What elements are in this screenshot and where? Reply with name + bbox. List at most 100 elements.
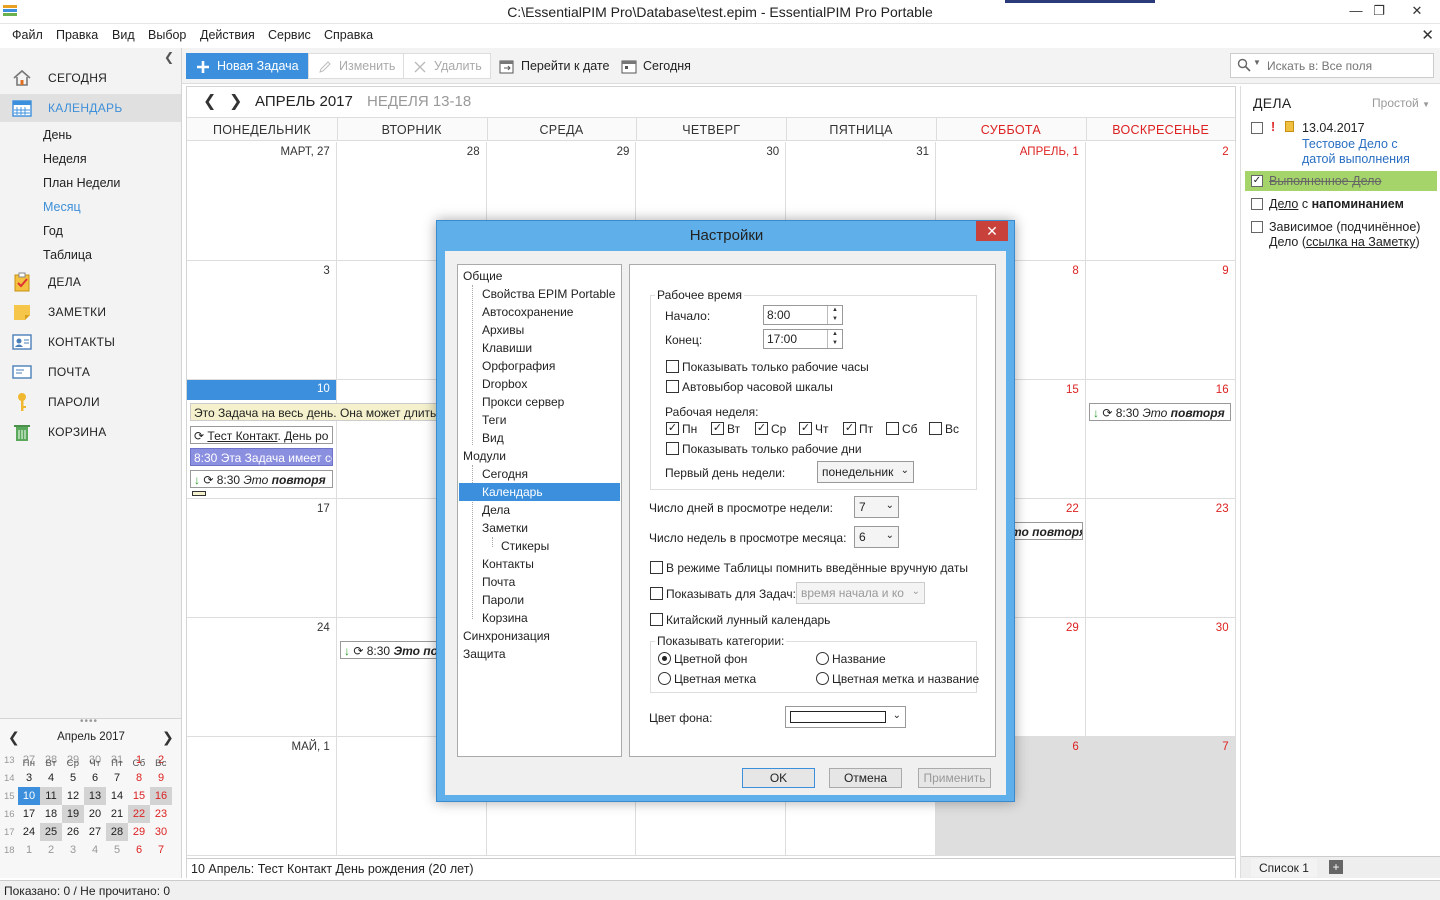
minical-day[interactable]: 29 (128, 823, 150, 841)
nav-day[interactable]: День (43, 128, 72, 142)
close-window-button[interactable]: ✕ (1404, 2, 1430, 20)
tree-calendar-selected[interactable]: Календарь (459, 483, 620, 501)
minical-day[interactable]: 17 (18, 805, 40, 823)
minical-day[interactable]: 5 (106, 841, 128, 859)
day-cell[interactable]: 9 (1085, 261, 1236, 380)
goto-date-button[interactable]: Перейти к дате (490, 53, 618, 79)
nav-table[interactable]: Таблица (43, 248, 92, 262)
tree-props[interactable]: Свойства EPIM Portable (482, 287, 615, 301)
only-work-hours-checkbox[interactable] (666, 360, 679, 373)
auto-scale-checkbox[interactable] (666, 380, 679, 393)
day-cell[interactable]: 7 (1085, 737, 1236, 856)
note-link[interactable]: ссылка на Заметку (1306, 235, 1416, 249)
today-button[interactable]: Сегодня (612, 53, 700, 79)
linked-task-event[interactable]: 8:30 Эта Задача имеет ссы (190, 448, 333, 466)
tree-spell[interactable]: Орфография (482, 359, 555, 373)
task-item[interactable]: ! 13.04.2017 Тестовое Дело с датой выпол… (1245, 120, 1437, 166)
task-checkbox-checked[interactable]: ✓ (1251, 175, 1263, 187)
minical-day[interactable]: 18 (40, 805, 62, 823)
cancel-button[interactable]: Отмена (829, 768, 902, 788)
minical-day[interactable]: 6 (84, 769, 106, 787)
tree-general[interactable]: Общие (463, 269, 502, 283)
dialog-close-button[interactable]: ✕ (976, 221, 1008, 241)
restore-button[interactable]: ❐ (1366, 2, 1392, 20)
minical-day[interactable]: 2 (40, 841, 62, 859)
menu-help[interactable]: Справка (324, 28, 373, 42)
minical-day[interactable]: 15 (128, 787, 150, 805)
minical-day[interactable]: 25 (40, 823, 62, 841)
repeating-event[interactable]: ↓ ⟳ 8:30 Это повторя (190, 470, 333, 488)
minical-day[interactable]: 5 (62, 769, 84, 787)
day-sun-checkbox[interactable] (929, 422, 942, 435)
nav-year[interactable]: Год (43, 224, 63, 238)
day-fri-checkbox[interactable]: ✓ (843, 422, 856, 435)
only-work-days-checkbox[interactable] (666, 442, 679, 455)
day-tue-checkbox[interactable]: ✓ (711, 422, 724, 435)
day-cell[interactable]: 16 (1085, 380, 1236, 499)
minical-day[interactable]: 30 (150, 823, 172, 841)
bg-color-picker[interactable]: ⌄ (785, 706, 906, 728)
minical-day[interactable]: 24 (18, 823, 40, 841)
first-day-select[interactable]: понедельник ⌄ (817, 461, 914, 483)
day-cell[interactable]: 30 (1085, 618, 1236, 737)
minical-day[interactable]: 7 (106, 769, 128, 787)
list-tab[interactable]: Список 1 (1251, 859, 1317, 877)
search-dropdown-icon[interactable]: ▼ (1253, 58, 1261, 67)
cat-bg-radio[interactable] (658, 652, 671, 665)
nav-trash[interactable]: КОРЗИНА (0, 418, 181, 446)
tree-view[interactable]: Вид (482, 431, 504, 445)
task-checkbox[interactable] (1251, 122, 1263, 134)
minical-day[interactable]: 26 (62, 823, 84, 841)
day-sat-checkbox[interactable] (886, 422, 899, 435)
nav-tasks[interactable]: ДЕЛА (0, 268, 181, 296)
task-checkbox[interactable] (1251, 198, 1263, 210)
tree-proxy[interactable]: Прокси сервер (482, 395, 564, 409)
minical-day[interactable]: 11 (40, 787, 62, 805)
next-month-icon[interactable]: ❯ (229, 91, 242, 111)
minical-day[interactable]: 14 (106, 787, 128, 805)
tree-trash[interactable]: Корзина (482, 611, 528, 625)
search-input[interactable] (1267, 57, 1427, 74)
nav-today[interactable]: СЕГОДНЯ (0, 64, 181, 92)
repeating-event[interactable]: то повторя (1007, 522, 1083, 540)
day-mon-checkbox[interactable]: ✓ (666, 422, 679, 435)
day-cell[interactable]: МАЙ, 1 (187, 737, 337, 856)
spinner-arrows-icon[interactable]: ▲ ▼ (827, 306, 842, 324)
days-in-week-select[interactable]: 7 ⌄ (854, 496, 899, 518)
end-time-spinner[interactable]: 17:00 ▲ ▼ (763, 329, 843, 349)
tree-archives[interactable]: Архивы (482, 323, 524, 337)
minical-day[interactable]: 20 (84, 805, 106, 823)
day-cell[interactable]: 3 (187, 261, 337, 380)
day-wed-checkbox[interactable]: ✓ (755, 422, 768, 435)
day-cell[interactable]: 17 (187, 499, 337, 618)
apply-button[interactable]: Применить (918, 768, 991, 788)
day-cell[interactable]: 2 (1085, 142, 1236, 261)
minical-day[interactable]: 28 (106, 823, 128, 841)
tasks-view-select[interactable]: Простой ▼ (1372, 96, 1430, 110)
minical-day[interactable]: 1 (18, 841, 40, 859)
tree-autosave[interactable]: Автосохранение (482, 305, 573, 319)
minical-day[interactable]: 16 (150, 787, 172, 805)
show-for-tasks-checkbox[interactable] (650, 587, 663, 600)
nav-week-plan[interactable]: План Недели (43, 176, 120, 190)
minical-day[interactable]: 4 (40, 769, 62, 787)
minical-day[interactable]: 6 (128, 841, 150, 859)
edit-button[interactable]: Изменить (308, 53, 405, 79)
menu-file[interactable]: Файл (12, 28, 43, 42)
minical-day[interactable]: 27 (84, 823, 106, 841)
tree-contacts[interactable]: Контакты (482, 557, 534, 571)
minical-day[interactable]: 8 (128, 769, 150, 787)
menu-actions[interactable]: Действия (200, 28, 255, 42)
minical-day[interactable]: 7 (150, 841, 172, 859)
minical-day[interactable]: 9 (150, 769, 172, 787)
tree-tags[interactable]: Теги (482, 413, 506, 427)
minical-day[interactable]: 23 (150, 805, 172, 823)
tree-dropbox[interactable]: Dropbox (482, 377, 527, 391)
show-for-tasks-select[interactable]: время начала и ко ⌄ (796, 582, 925, 604)
tree-modules[interactable]: Модули (463, 449, 506, 463)
menu-select[interactable]: Выбор (148, 28, 186, 42)
minical-day[interactable]: 21 (106, 805, 128, 823)
cat-mark-radio[interactable] (658, 672, 671, 685)
repeating-event[interactable]: ↓ ⟳ 8:30 Это повторя (1089, 403, 1231, 421)
minical-day[interactable]: 13 (84, 787, 106, 805)
